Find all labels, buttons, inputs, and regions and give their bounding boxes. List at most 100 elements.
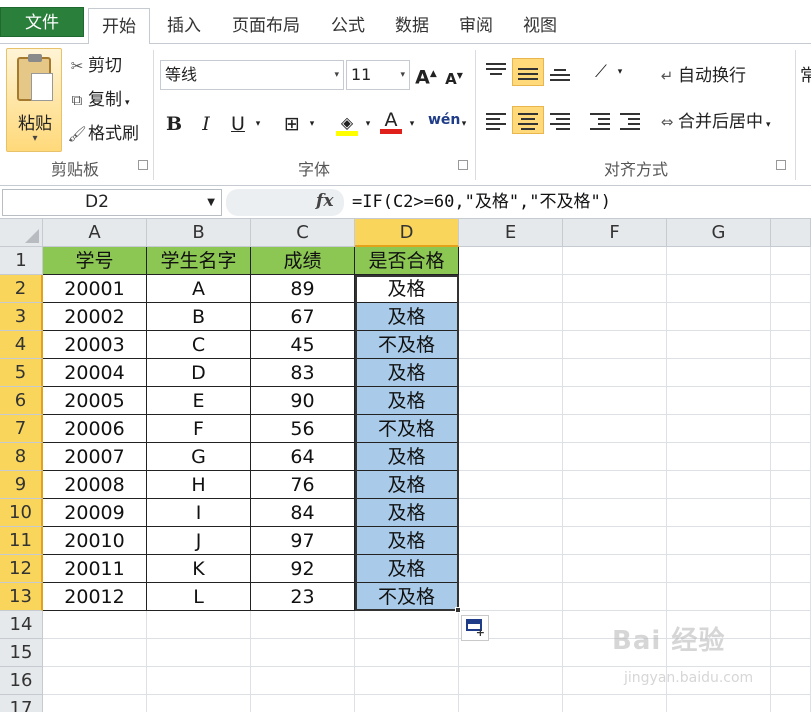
- tab-review[interactable]: 审阅: [450, 8, 502, 44]
- grid-cell[interactable]: [771, 275, 811, 303]
- grid-cell[interactable]: [771, 303, 811, 331]
- table-cell[interactable]: 45: [251, 331, 355, 359]
- result-cell[interactable]: 及格: [355, 499, 459, 527]
- chevron-down-icon[interactable]: ▼: [207, 190, 215, 215]
- grid-cell[interactable]: [459, 639, 563, 667]
- underline-button[interactable]: U: [226, 110, 250, 138]
- column-header-f[interactable]: F: [563, 219, 667, 247]
- grid-cell[interactable]: [771, 471, 811, 499]
- chevron-down-icon[interactable]: ▾: [614, 58, 626, 86]
- table-header-cell[interactable]: 是否合格: [355, 247, 459, 275]
- font-name-select[interactable]: 等线 ▾: [160, 60, 344, 90]
- table-cell[interactable]: 20012: [43, 583, 147, 611]
- tab-insert[interactable]: 插入: [158, 8, 210, 44]
- grid-cell[interactable]: [251, 667, 355, 695]
- italic-button[interactable]: I: [194, 110, 218, 138]
- tab-data[interactable]: 数据: [386, 8, 438, 44]
- merge-center-button[interactable]: ⇔ 合并后居中 ▾: [656, 110, 771, 134]
- row-header-14[interactable]: 14: [0, 611, 43, 639]
- chevron-down-icon[interactable]: ▾: [766, 120, 771, 130]
- grid-cell[interactable]: [459, 555, 563, 583]
- grid-cell[interactable]: [667, 499, 771, 527]
- table-cell[interactable]: 67: [251, 303, 355, 331]
- grid-cell[interactable]: [771, 415, 811, 443]
- grid-cell[interactable]: [667, 303, 771, 331]
- phonetic-guide-button[interactable]: wén: [428, 106, 460, 134]
- table-cell[interactable]: 83: [251, 359, 355, 387]
- result-cell[interactable]: 不及格: [355, 415, 459, 443]
- table-cell[interactable]: 20009: [43, 499, 147, 527]
- grid-cell[interactable]: [459, 471, 563, 499]
- row-header-1[interactable]: 1: [0, 247, 43, 275]
- table-cell[interactable]: 92: [251, 555, 355, 583]
- grid-cell[interactable]: [563, 303, 667, 331]
- grid-cell[interactable]: [771, 611, 811, 639]
- grid-cell[interactable]: [459, 443, 563, 471]
- grid-cell[interactable]: [43, 695, 147, 712]
- grid-cell[interactable]: [667, 527, 771, 555]
- table-cell[interactable]: 20002: [43, 303, 147, 331]
- grid-cell[interactable]: [667, 555, 771, 583]
- clipboard-launcher-icon[interactable]: [138, 160, 148, 170]
- row-header-17[interactable]: 17: [0, 695, 43, 712]
- grid-cell[interactable]: [771, 359, 811, 387]
- table-header-cell[interactable]: 学号: [43, 247, 147, 275]
- grid-cell[interactable]: [771, 667, 811, 695]
- grid-cell[interactable]: [563, 275, 667, 303]
- tab-formulas[interactable]: 公式: [322, 8, 374, 44]
- table-cell[interactable]: 64: [251, 443, 355, 471]
- row-header-13[interactable]: 13: [0, 583, 43, 611]
- result-cell[interactable]: 及格: [355, 555, 459, 583]
- grid-cell[interactable]: [459, 527, 563, 555]
- grid-cell[interactable]: [459, 499, 563, 527]
- decrease-indent-icon[interactable]: [590, 110, 610, 133]
- formula-input[interactable]: =IF(C2>=60,"及格","不及格"): [352, 189, 611, 216]
- grid-cell[interactable]: [771, 331, 811, 359]
- tab-page-layout[interactable]: 页面布局: [222, 8, 310, 44]
- bold-button[interactable]: B: [162, 110, 186, 138]
- table-cell[interactable]: H: [147, 471, 251, 499]
- alignment-launcher-icon[interactable]: [776, 160, 786, 170]
- shrink-font-button[interactable]: A▼: [442, 62, 466, 90]
- grid-cell[interactable]: [459, 303, 563, 331]
- table-cell[interactable]: 89: [251, 275, 355, 303]
- grid-cell[interactable]: [251, 695, 355, 712]
- grow-font-button[interactable]: A▲: [414, 60, 438, 88]
- border-icon[interactable]: ⊞: [280, 110, 304, 138]
- grid-cell[interactable]: [43, 611, 147, 639]
- table-cell[interactable]: 20011: [43, 555, 147, 583]
- grid-cell[interactable]: [563, 247, 667, 275]
- align-right-icon[interactable]: [550, 110, 570, 133]
- row-header-3[interactable]: 3: [0, 303, 43, 331]
- chevron-down-icon[interactable]: ▾: [362, 110, 374, 138]
- chevron-down-icon[interactable]: ▾: [406, 110, 418, 138]
- row-header-9[interactable]: 9: [0, 471, 43, 499]
- number-format-select[interactable]: 常: [800, 64, 811, 88]
- row-header-12[interactable]: 12: [0, 555, 43, 583]
- grid-cell[interactable]: [771, 527, 811, 555]
- align-middle-button[interactable]: [512, 58, 544, 86]
- align-left-icon[interactable]: [486, 110, 506, 133]
- tab-file[interactable]: 文件: [0, 7, 84, 37]
- grid-cell[interactable]: [563, 443, 667, 471]
- table-cell[interactable]: 90: [251, 387, 355, 415]
- table-cell[interactable]: B: [147, 303, 251, 331]
- table-cell[interactable]: J: [147, 527, 251, 555]
- table-cell[interactable]: 20007: [43, 443, 147, 471]
- grid-cell[interactable]: [563, 583, 667, 611]
- fill-handle[interactable]: [455, 607, 461, 613]
- grid-cell[interactable]: [667, 387, 771, 415]
- column-header-g[interactable]: G: [667, 219, 771, 247]
- grid-cell[interactable]: [771, 555, 811, 583]
- row-header-5[interactable]: 5: [0, 359, 43, 387]
- column-header-d[interactable]: D: [355, 219, 459, 247]
- align-center-button[interactable]: [512, 106, 544, 134]
- row-header-16[interactable]: 16: [0, 667, 43, 695]
- name-box[interactable]: D2 ▼: [2, 189, 222, 216]
- row-header-2[interactable]: 2: [0, 275, 43, 303]
- grid-cell[interactable]: [667, 583, 771, 611]
- result-cell[interactable]: 及格: [355, 471, 459, 499]
- grid-cell[interactable]: [251, 611, 355, 639]
- table-cell[interactable]: 97: [251, 527, 355, 555]
- column-header-e[interactable]: E: [459, 219, 563, 247]
